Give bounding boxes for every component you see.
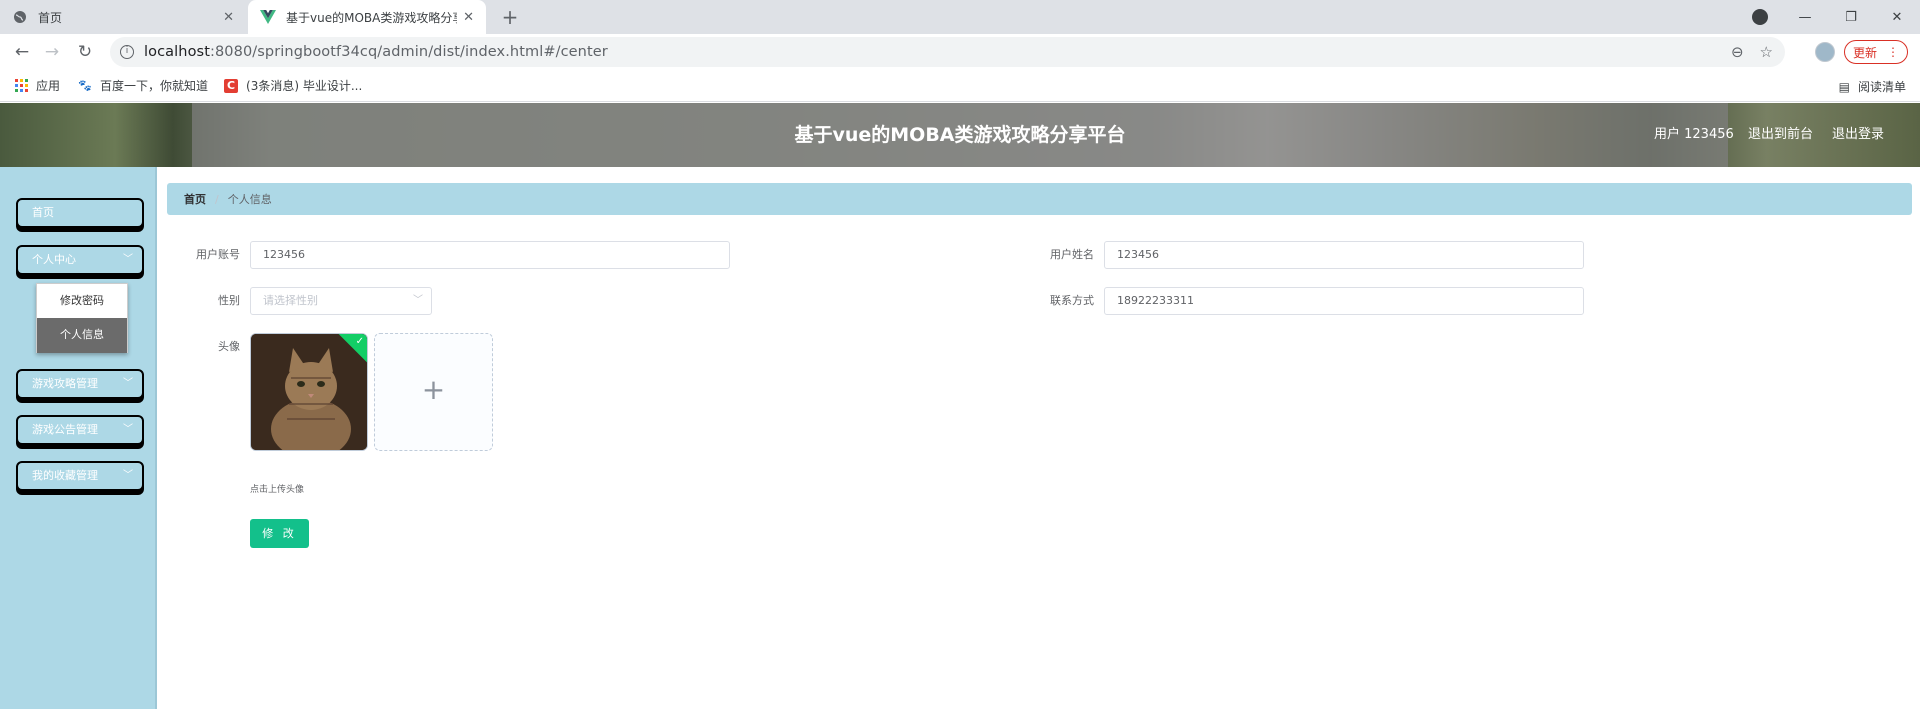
profile-avatar[interactable] bbox=[1815, 42, 1835, 62]
upload-tip: 点击上传头像 bbox=[250, 485, 305, 495]
baidu-paw-icon: 🐾 bbox=[78, 79, 92, 92]
submit-button[interactable]: 修 改 bbox=[250, 519, 309, 548]
logout-link[interactable]: 退出登录 bbox=[1832, 103, 1884, 167]
restore-icon[interactable]: ❐ bbox=[1828, 10, 1874, 25]
bookmark-baidu[interactable]: 🐾 百度一下，你就知道 bbox=[78, 77, 208, 94]
zoom-icon[interactable]: ⊖ bbox=[1731, 43, 1744, 61]
check-icon: ✓ bbox=[355, 336, 364, 347]
sidebar-item-guides[interactable]: 游戏攻略管理 ﹀ bbox=[16, 369, 144, 399]
bookmark-csdn[interactable]: C (3条消息) 毕业设计... bbox=[224, 77, 362, 94]
info-icon[interactable]: i bbox=[120, 45, 134, 59]
globe-icon bbox=[12, 9, 28, 25]
close-icon[interactable]: ✕ bbox=[463, 10, 474, 25]
bookmark-apps[interactable]: 应用 bbox=[14, 77, 60, 94]
app-header: 基于vue的MOBA类游戏攻略分享平台 用户 123456 退出到前台 退出登录 bbox=[0, 103, 1920, 167]
more-vert-icon: ⋮ bbox=[1887, 45, 1899, 59]
account-label: 用户账号 bbox=[196, 248, 240, 261]
cat-photo-icon bbox=[251, 334, 367, 450]
omnibox-actions: ⊖ ☆ bbox=[1731, 43, 1773, 61]
breadcrumb-separator: / bbox=[215, 192, 219, 206]
csdn-logo-icon: C bbox=[224, 78, 239, 93]
sidebar-item-favorites[interactable]: 我的收藏管理 ﹀ bbox=[16, 461, 144, 491]
apps-grid-icon bbox=[14, 79, 28, 93]
browser-tab-active[interactable]: 基于vue的MOBA类游戏攻略分享 ✕ bbox=[248, 0, 486, 34]
chevron-down-icon: ﹀ bbox=[123, 254, 133, 265]
close-window-icon[interactable]: ✕ bbox=[1874, 10, 1920, 25]
forward-arrow-icon[interactable]: → bbox=[42, 42, 62, 62]
browser-tab-home[interactable]: 首页 ✕ bbox=[0, 0, 246, 34]
breadcrumb-home[interactable]: 首页 bbox=[184, 191, 206, 207]
phone-input[interactable]: 18922233311 bbox=[1104, 287, 1584, 315]
plus-icon: + bbox=[421, 373, 446, 406]
vue-logo-icon bbox=[260, 9, 276, 25]
gender-select[interactable]: 请选择性别 ﹀ bbox=[250, 287, 432, 315]
sidebar-submenu: 修改密码 个人信息 bbox=[36, 283, 128, 353]
browser-tab-title: 首页 bbox=[38, 10, 63, 25]
page-title: 基于vue的MOBA类游戏攻略分享平台 bbox=[794, 124, 1126, 146]
address-url[interactable]: localhost:8080/springbootf34cq/admin/dis… bbox=[144, 44, 608, 60]
tab-search-icon[interactable] bbox=[1752, 9, 1768, 25]
browser-toolbar: ← → ↻ i localhost:8080/springbootf34cq/a… bbox=[0, 34, 1920, 70]
sidebar-item-home[interactable]: 首页 bbox=[16, 198, 144, 228]
sidebar-item-personal-center[interactable]: 个人中心 ﹀ bbox=[16, 245, 144, 275]
address-bar[interactable]: i localhost:8080/springbootf34cq/admin/d… bbox=[110, 37, 1785, 67]
bookmarks-bar: 应用 🐾 百度一下，你就知道 C (3条消息) 毕业设计... ▤ 阅读清单 bbox=[0, 70, 1920, 102]
back-arrow-icon[interactable]: ← bbox=[12, 42, 32, 62]
window-controls: — ❐ ✕ bbox=[1782, 0, 1920, 34]
breadcrumb: 首页 / 个人信息 bbox=[167, 183, 1912, 215]
submenu-item-change-password[interactable]: 修改密码 bbox=[37, 284, 127, 318]
sidebar-item-announcements[interactable]: 游戏公告管理 ﹀ bbox=[16, 415, 144, 445]
reading-list[interactable]: ▤ 阅读清单 bbox=[1839, 78, 1906, 95]
minimize-icon[interactable]: — bbox=[1782, 10, 1828, 25]
chevron-down-icon: ﹀ bbox=[123, 424, 133, 435]
phone-label: 联系方式 bbox=[1050, 294, 1094, 307]
breadcrumb-current: 个人信息 bbox=[227, 193, 272, 206]
bookmark-star-icon[interactable]: ☆ bbox=[1760, 43, 1773, 61]
current-user: 用户 123456 bbox=[1654, 127, 1734, 142]
chevron-down-icon: ﹀ bbox=[413, 295, 423, 306]
gender-label: 性别 bbox=[218, 294, 240, 307]
close-icon[interactable]: ✕ bbox=[223, 10, 234, 25]
reload-icon[interactable]: ↻ bbox=[75, 42, 95, 62]
avatar-label: 头像 bbox=[218, 340, 240, 353]
account-input[interactable]: 123456 bbox=[250, 241, 730, 269]
browser-tab-title: 基于vue的MOBA类游戏攻略分享 bbox=[286, 10, 458, 25]
avatar-image[interactable]: ✓ bbox=[250, 333, 368, 451]
avatar-upload-button[interactable]: + bbox=[374, 333, 493, 451]
reading-list-icon: ▤ bbox=[1838, 79, 1850, 94]
name-label: 用户姓名 bbox=[1050, 248, 1094, 261]
chevron-down-icon: ﹀ bbox=[123, 470, 133, 481]
submenu-item-profile[interactable]: 个人信息 bbox=[37, 318, 127, 353]
browser-tabstrip: 首页 ✕ 基于vue的MOBA类游戏攻略分享 ✕ + — ❐ ✕ bbox=[0, 0, 1920, 34]
new-tab-icon[interactable]: + bbox=[498, 5, 522, 29]
name-input[interactable]: 123456 bbox=[1104, 241, 1584, 269]
update-button[interactable]: 更新 ⋮ bbox=[1844, 40, 1908, 64]
chevron-down-icon: ﹀ bbox=[123, 378, 133, 389]
back-to-frontend-link[interactable]: 退出到前台 bbox=[1748, 103, 1813, 167]
